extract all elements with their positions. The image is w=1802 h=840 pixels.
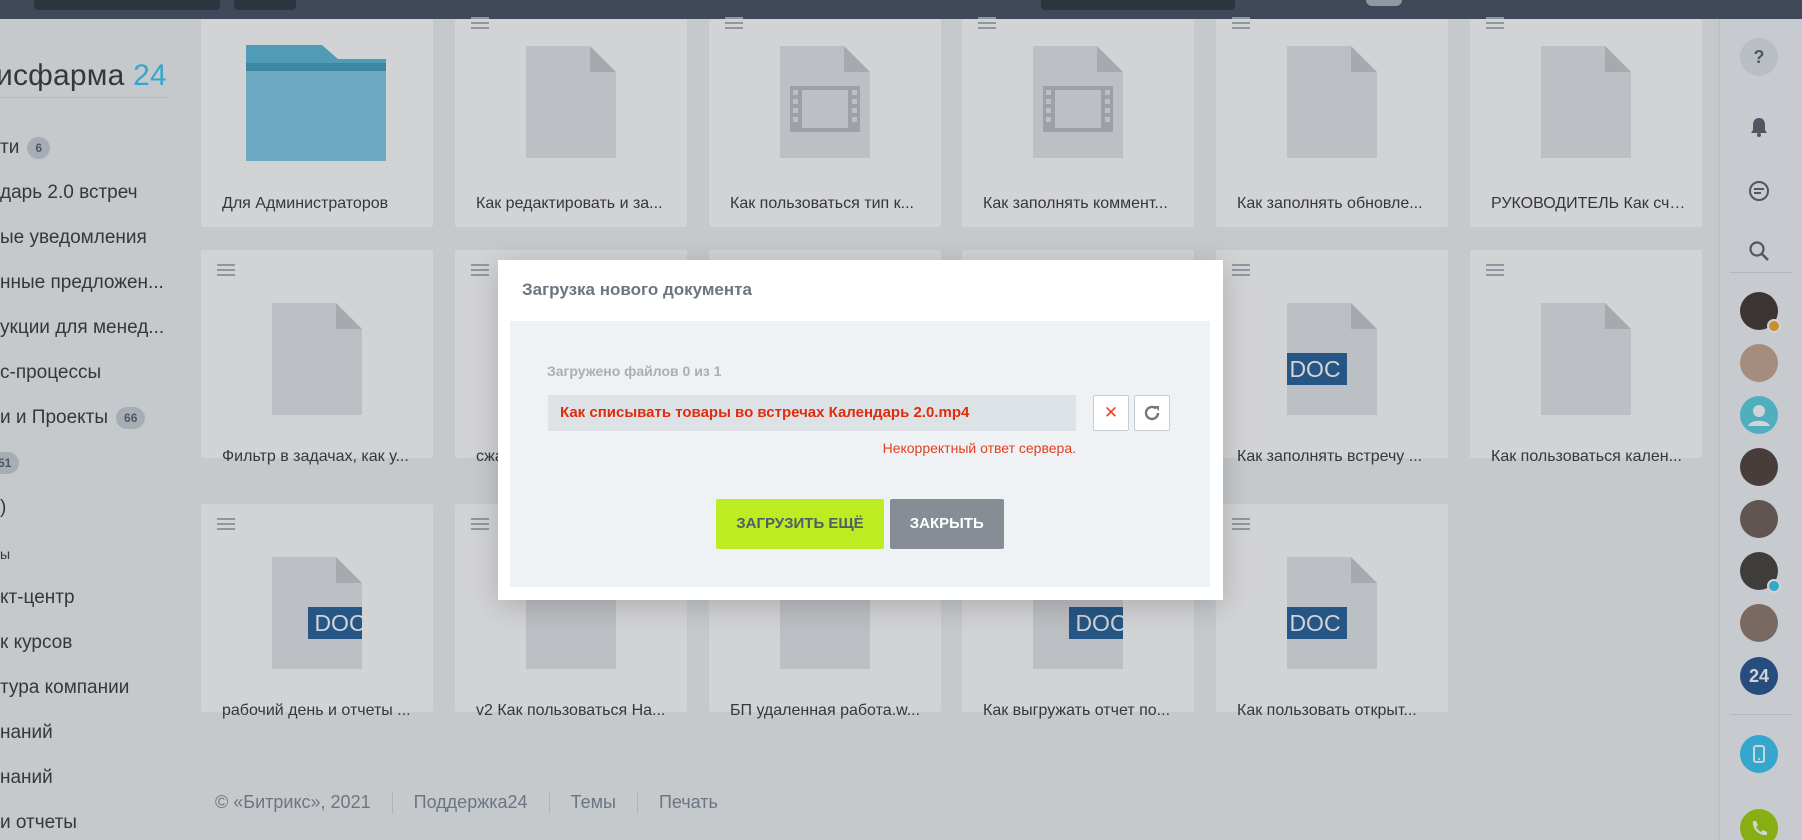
- upload-status: Загружено файлов 0 из 1: [547, 363, 722, 379]
- refresh-icon: [1144, 405, 1160, 421]
- dialog-body: Загружено файлов 0 из 1 Как списывать то…: [510, 321, 1210, 587]
- close-button[interactable]: ЗАКРЫТЬ: [889, 499, 1004, 549]
- upload-dialog: Загрузка нового документа Загружено файл…: [498, 260, 1223, 600]
- upload-error-text: Некорректный ответ сервера.: [882, 440, 1076, 456]
- upload-list: Загружено файлов 0 из 1 Как списывать то…: [532, 339, 1192, 465]
- dialog-actions: ЗАГРУЗИТЬ ЕЩЁ ЗАКРЫТЬ: [510, 499, 1210, 549]
- upload-file-row: Как списывать товары во встречах Календа…: [548, 395, 1076, 431]
- upload-file-name: Как списывать товары во встречах Календа…: [560, 404, 970, 421]
- close-icon: ✕: [1103, 403, 1119, 422]
- retry-upload-button[interactable]: [1134, 395, 1170, 431]
- upload-more-button[interactable]: ЗАГРУЗИТЬ ЕЩЁ: [716, 499, 884, 549]
- remove-file-button[interactable]: ✕: [1093, 395, 1129, 431]
- dialog-title: Загрузка нового документа: [522, 280, 752, 299]
